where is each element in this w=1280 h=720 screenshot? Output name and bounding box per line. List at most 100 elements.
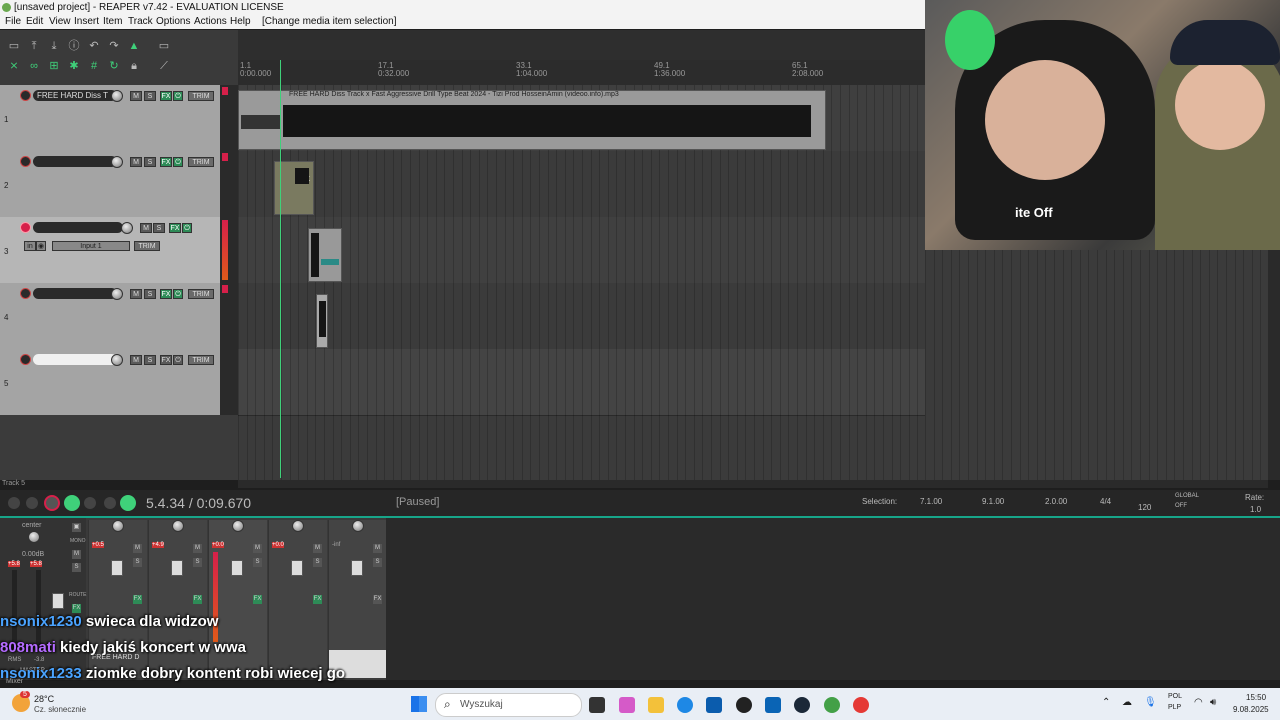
tcp-empty-area[interactable] (0, 415, 238, 480)
solo-button[interactable]: S (253, 558, 262, 567)
track-1[interactable]: 1 FREE HARD Diss T M S FX ⏻ TRIM (0, 85, 220, 152)
record-arm-button[interactable] (20, 288, 31, 299)
task-view-icon[interactable] (589, 697, 605, 713)
mute-button[interactable]: M (130, 289, 142, 299)
chrome-alt-icon[interactable] (853, 697, 869, 713)
fx-button[interactable]: FX (160, 91, 172, 101)
master-fader[interactable] (52, 593, 64, 609)
position-display[interactable]: 5.4.34 / 0:09.670 (146, 495, 251, 511)
pan-knob[interactable] (352, 520, 364, 532)
mute-button[interactable]: M (373, 544, 382, 553)
wifi-icon[interactable]: ◠ (1194, 697, 1203, 708)
mixer-strip[interactable]: -inf M S FX (328, 520, 387, 678)
play-button[interactable] (64, 495, 80, 511)
mute-button[interactable]: M (130, 355, 142, 365)
pause-button[interactable] (120, 495, 136, 511)
weather-temp[interactable]: 28°C (34, 694, 54, 704)
master-route-label[interactable]: ROUTE (69, 592, 87, 598)
fx-button[interactable]: FX (373, 595, 382, 604)
mic-icon[interactable]: 🎙︎ (1144, 697, 1157, 708)
item-grouping-icon[interactable]: ⊞ (47, 60, 61, 72)
fx-button[interactable]: FX (133, 595, 142, 604)
envelope-tool-icon[interactable]: ⟋ (157, 60, 171, 72)
steam-icon[interactable] (794, 697, 810, 713)
fx-bypass-button[interactable]: ⏻ (182, 223, 192, 233)
open-project-icon[interactable]: ⤒ (27, 40, 41, 52)
horizontal-scrollbar[interactable] (238, 480, 1268, 488)
solo-button[interactable]: S (144, 289, 156, 299)
volume-knob[interactable] (121, 222, 133, 234)
undo-icon[interactable]: ↶ (87, 40, 101, 52)
fx-button[interactable]: FX (160, 157, 172, 167)
grid-snap-icon[interactable]: ⨯ (7, 60, 21, 72)
grid-icon[interactable]: # (87, 60, 101, 72)
master-mono-label[interactable]: MONO (70, 538, 86, 544)
input-select[interactable]: Input 1 (52, 241, 130, 251)
arrange-view-extension[interactable] (925, 250, 1270, 480)
master-fx-button[interactable]: FX (72, 604, 81, 613)
fx-bypass-button[interactable]: ⏻ (173, 157, 183, 167)
taskbar-search[interactable]: ⌕ Wyszukaj (435, 693, 582, 717)
auto-crossfade-icon[interactable]: ✱ (67, 60, 81, 72)
monitor-toggle[interactable]: ◉ (36, 241, 46, 251)
pan-knob[interactable] (292, 520, 304, 532)
selection-end[interactable]: 9.1.00 (982, 497, 1004, 506)
trim-button[interactable]: TRIM (188, 289, 214, 299)
solo-button[interactable]: S (153, 223, 165, 233)
master-io-button[interactable]: ▣ (72, 523, 81, 532)
ripple-edit-icon[interactable]: ∞ (27, 60, 41, 72)
track-name-field[interactable] (33, 222, 123, 233)
volume-knob[interactable] (111, 90, 123, 102)
pan-knob[interactable] (112, 520, 124, 532)
fx-bypass-button[interactable]: ⏻ (173, 289, 183, 299)
redo-icon[interactable]: ↷ (107, 40, 121, 52)
track-name-field[interactable]: FREE HARD Diss T (33, 90, 117, 101)
menu-help[interactable]: Help (230, 16, 251, 27)
arrange-view[interactable]: FREE HARD Diss Track x Fast Aggressive D… (238, 85, 925, 480)
fx-button[interactable]: FX (313, 595, 322, 604)
trim-button[interactable]: TRIM (188, 91, 214, 101)
mute-button[interactable]: M (140, 223, 152, 233)
store-icon[interactable] (706, 697, 722, 713)
mute-button[interactable]: M (253, 544, 262, 553)
mute-button[interactable]: M (130, 157, 142, 167)
lock-icon[interactable]: 🔒︎ (127, 60, 141, 72)
bpm-value[interactable]: 120 (1138, 503, 1151, 512)
master-mute-button[interactable]: M (72, 550, 81, 559)
record-arm-button[interactable] (20, 222, 31, 233)
loop-icon[interactable]: ↻ (107, 60, 121, 72)
mixer-strip[interactable]: +0.0 M S FX (268, 520, 327, 678)
master-solo-button[interactable]: S (72, 563, 81, 572)
menu-file[interactable]: File (5, 16, 21, 27)
menu-view[interactable]: View (49, 16, 71, 27)
track-3[interactable]: 3 M S FX ⏻ in ◉ Input 1 TRIM (0, 217, 220, 284)
trim-button[interactable]: TRIM (188, 355, 214, 365)
solo-button[interactable]: S (144, 91, 156, 101)
mute-button[interactable]: M (133, 544, 142, 553)
menu-insert[interactable]: Insert (74, 16, 99, 27)
mute-button[interactable]: M (313, 544, 322, 553)
volume-fader[interactable] (351, 560, 363, 576)
track-name-field[interactable] (33, 354, 117, 365)
solo-button[interactable]: S (144, 157, 156, 167)
record-arm-button[interactable] (20, 90, 31, 101)
weather-desc[interactable]: Cz. słonecznie (34, 705, 86, 714)
record-arm-button[interactable] (20, 354, 31, 365)
fx-button[interactable]: FX (160, 289, 172, 299)
time-signature[interactable]: 4/4 (1100, 497, 1111, 506)
project-settings-icon[interactable]: ⓘ (67, 40, 81, 52)
trim-button[interactable]: TRIM (134, 241, 160, 251)
volume-fader[interactable] (231, 560, 243, 576)
pan-knob[interactable] (232, 520, 244, 532)
menu-edit[interactable]: Edit (26, 16, 43, 27)
volume-knob[interactable] (111, 288, 123, 300)
copilot-icon[interactable] (619, 697, 635, 713)
menu-options[interactable]: Options (156, 16, 190, 27)
pan-knob[interactable] (172, 520, 184, 532)
fx-bypass-button[interactable]: ⏻ (173, 91, 183, 101)
volume-icon[interactable]: 🔊︎ (1210, 697, 1216, 708)
fx-button[interactable]: FX (193, 595, 202, 604)
solo-button[interactable]: S (373, 558, 382, 567)
trim-button[interactable]: TRIM (188, 157, 214, 167)
menu-actions[interactable]: Actions (194, 16, 227, 27)
